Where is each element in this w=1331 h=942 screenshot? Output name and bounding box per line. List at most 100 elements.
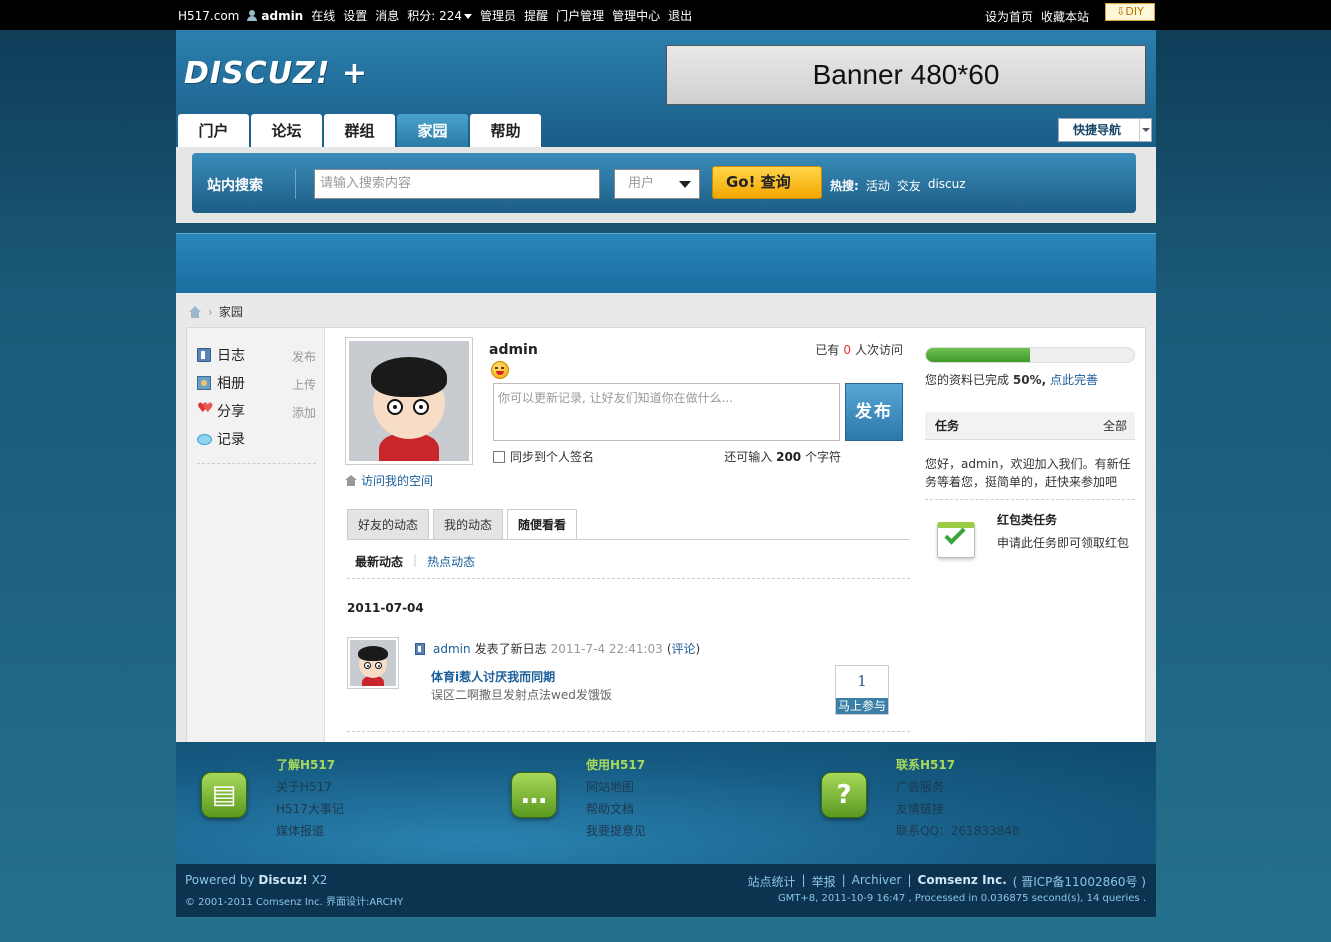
footer-link[interactable]: 友情链接	[896, 800, 944, 817]
feed-subtabs: 最新动态 | 热点动态	[355, 553, 475, 570]
hot-search-link[interactable]: 交友	[897, 177, 921, 194]
avatar[interactable]	[345, 337, 473, 465]
footer-link[interactable]: 媒体报道	[276, 822, 324, 839]
house-icon	[345, 475, 357, 486]
top-link-admin[interactable]: 管理员	[480, 7, 516, 24]
hot-search-link[interactable]: 活动	[866, 177, 890, 194]
feed-user-link[interactable]: admin	[433, 642, 471, 656]
top-link-settings[interactable]: 设置	[343, 7, 367, 24]
top-link-messages[interactable]: 消息	[375, 7, 399, 24]
home-icon[interactable]	[188, 305, 202, 318]
sync-checkbox[interactable]	[493, 450, 505, 463]
chevron-down-icon	[1139, 119, 1151, 141]
footer-col-title: 使用H517	[586, 758, 646, 772]
tab-friends-feed[interactable]: 好友的动态	[347, 509, 430, 539]
profile-progress-bar	[925, 347, 1135, 363]
visit-space-link[interactable]: 访问我的空间	[345, 472, 433, 489]
top-link-logout[interactable]: 退出	[668, 7, 692, 24]
subtab-latest[interactable]: 最新动态	[355, 553, 403, 570]
top-link-portal-admin[interactable]: 门户管理	[556, 7, 604, 24]
top-link-online[interactable]: 在线	[311, 7, 335, 24]
progress-fill	[926, 348, 1030, 362]
join-button[interactable]: 1 马上参与	[835, 665, 889, 715]
divider	[925, 499, 1135, 500]
archiver-link[interactable]: Archiver	[852, 873, 902, 890]
tab-random-feed[interactable]: 随便看看	[507, 509, 578, 540]
report-link[interactable]: 举报	[812, 873, 836, 890]
powered-brand-link[interactable]: Discuz!	[258, 873, 307, 887]
bookmark-link[interactable]: 收藏本站	[1041, 8, 1089, 25]
footer-link[interactable]: 关于H517	[276, 778, 332, 795]
feed-time: 2011-7-4 22:41:03	[550, 641, 663, 656]
menu-action-add[interactable]: 添加	[292, 404, 316, 421]
record-icon	[197, 432, 212, 446]
menu-item-blog[interactable]: 日志 发布	[197, 341, 316, 369]
copyright: © 2001-2011 Comsenz Inc. 界面设计:ARCHY	[185, 897, 404, 908]
calendar-check-icon[interactable]	[935, 518, 979, 562]
hot-search-link[interactable]: discuz	[928, 177, 966, 194]
top-link-remind[interactable]: 提醒	[524, 7, 548, 24]
search-input[interactable]: 请输入搜索内容	[314, 169, 600, 199]
feed-avatar[interactable]	[347, 637, 399, 689]
banner-ad[interactable]: Banner 480*60	[666, 45, 1146, 105]
set-homepage-link[interactable]: 设为首页	[985, 8, 1033, 25]
footer-link[interactable]: 我要提意见	[586, 822, 646, 839]
nav-tab-forum[interactable]: 论坛	[251, 114, 322, 147]
search-divider	[295, 169, 296, 199]
icp-link[interactable]: ( 晋ICP备11002860号 )	[1013, 873, 1146, 890]
nav-tab-group[interactable]: 群组	[324, 114, 395, 147]
link-separator: |	[801, 873, 806, 887]
main-content: › 家园 日志 发布 相册 上传 分享 添加	[176, 293, 1156, 743]
menu-item-record[interactable]: 记录	[197, 425, 316, 453]
smiley-icon[interactable]	[491, 361, 509, 379]
subtab-separator: |	[413, 553, 418, 567]
breadcrumb-current[interactable]: 家园	[219, 303, 243, 320]
tab-underline	[347, 539, 910, 540]
task-name-link[interactable]: 红包类任务	[997, 511, 1057, 528]
footer-link[interactable]: 广告服务	[896, 778, 944, 795]
search-type-select[interactable]: 用户	[614, 169, 700, 199]
menu-action-upload[interactable]: 上传	[292, 376, 316, 393]
menu-item-album[interactable]: 相册 上传	[197, 369, 316, 397]
menu-action-publish[interactable]: 发布	[292, 348, 316, 365]
breadcrumb: › 家园	[188, 303, 243, 320]
footer-link[interactable]: 网站地图	[586, 778, 634, 795]
feed-title-link[interactable]: 体育i惹人讨厌我而同期	[431, 668, 555, 685]
tab-my-feed[interactable]: 我的动态	[433, 509, 504, 539]
avatar-image	[350, 640, 396, 686]
divider	[347, 731, 910, 732]
search-button[interactable]: Go! 查询	[712, 166, 822, 199]
footer-link[interactable]: 联系QQ：261833848	[896, 822, 1020, 839]
task-title: 任务	[935, 419, 960, 433]
feed-tabs: 好友的动态 我的动态 随便看看	[347, 509, 578, 540]
menu-item-share[interactable]: 分享 添加	[197, 397, 316, 425]
nav-tab-portal[interactable]: 门户	[178, 114, 249, 147]
stats-link[interactable]: 站点统计	[748, 873, 796, 890]
caret-down-icon	[464, 14, 473, 19]
publish-button[interactable]: 发布	[845, 383, 903, 441]
site-logo[interactable]: DISCUZ! +	[184, 56, 368, 91]
content-header-band	[176, 233, 1156, 293]
sync-signature-option[interactable]: 同步到个人签名	[493, 448, 594, 465]
diy-button[interactable]: ⇩DIY	[1105, 3, 1155, 21]
footer-link[interactable]: 帮助文档	[586, 800, 634, 817]
quick-nav-button[interactable]: 快捷导航	[1058, 118, 1152, 142]
site-name[interactable]: H517.com	[178, 9, 239, 23]
blog-icon	[197, 348, 211, 362]
complete-profile-link[interactable]: 点此完善	[1050, 373, 1098, 387]
footer-link[interactable]: H517大事记	[276, 800, 344, 817]
top-points[interactable]: 积分: 224	[407, 7, 473, 24]
download-arrow-icon: ⇩	[1116, 5, 1126, 18]
subtab-hot[interactable]: 热点动态	[427, 553, 475, 570]
feed-comment-link[interactable]: 评论	[672, 642, 696, 656]
top-link-admin-center[interactable]: 管理中心	[612, 7, 660, 24]
status-input[interactable]: 你可以更新记录, 让好友们知道你在做什么...	[493, 383, 840, 441]
nav-tab-help[interactable]: 帮助	[470, 114, 541, 147]
nav-tab-home[interactable]: 家园	[397, 114, 468, 147]
question-icon: ?	[821, 772, 867, 818]
task-all-link[interactable]: 全部	[1103, 412, 1127, 440]
site-footer: ▤ 了解H517 关于H517 H517大事记 媒体报道 … 使用H517 网站…	[176, 742, 1156, 864]
company-link[interactable]: Comsenz Inc.	[918, 873, 1007, 890]
profile-username[interactable]: admin	[489, 342, 538, 358]
top-username[interactable]: admin	[261, 9, 303, 23]
